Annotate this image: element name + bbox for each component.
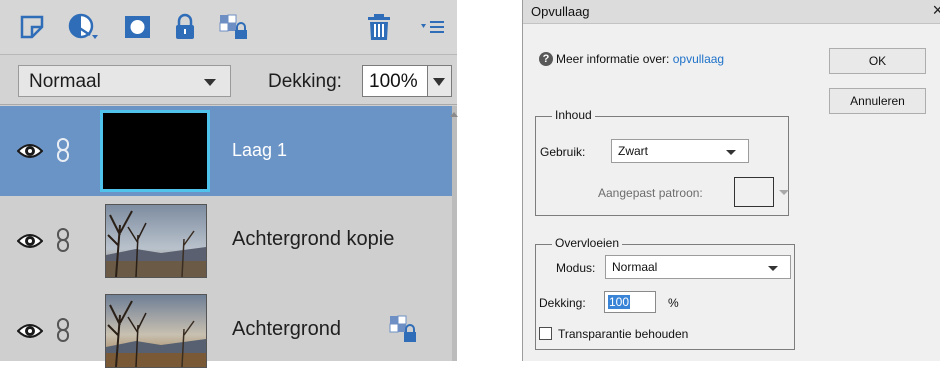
blend-mode-select[interactable]: Normaal bbox=[18, 65, 231, 97]
chevron-down-icon bbox=[779, 190, 789, 195]
layer-row[interactable]: Achtergrond bbox=[0, 286, 452, 376]
layer-row[interactable]: Laag 1 bbox=[0, 106, 452, 196]
panel-menu-icon[interactable] bbox=[418, 13, 448, 41]
chevron-down-icon bbox=[433, 78, 445, 86]
blend-mode-value: Normaal bbox=[29, 71, 101, 92]
chevron-down-icon bbox=[726, 150, 736, 155]
percent-label: % bbox=[668, 296, 679, 310]
mode-select[interactable]: Normaal bbox=[605, 255, 791, 279]
help-icon: ? bbox=[539, 52, 553, 66]
visibility-eye-icon[interactable] bbox=[16, 321, 44, 341]
layer-lock-icon[interactable] bbox=[388, 314, 418, 344]
layers-scrollbar[interactable] bbox=[452, 106, 457, 361]
landscape-photo-thumbnail bbox=[106, 295, 206, 368]
pattern-swatch bbox=[734, 177, 774, 207]
fill-layer-dialog: Opvullaag × ? Meer informatie over: opvu… bbox=[522, 0, 940, 361]
chevron-down-icon bbox=[204, 79, 216, 86]
layers-panel: Normaal Dekking: 100% Laag 1 Achtergrond… bbox=[0, 0, 458, 368]
mask-icon[interactable] bbox=[123, 13, 153, 41]
lock-transparency-icon[interactable] bbox=[218, 13, 248, 41]
use-select[interactable]: Zwart bbox=[611, 139, 749, 163]
link-icon[interactable] bbox=[56, 228, 70, 252]
lock-icon[interactable] bbox=[170, 13, 200, 41]
trash-icon[interactable] bbox=[364, 13, 394, 41]
layer-row[interactable]: Achtergrond kopie bbox=[0, 196, 452, 286]
info-link[interactable]: opvullaag bbox=[673, 52, 724, 66]
chevron-down-icon bbox=[768, 266, 778, 271]
info-text: Meer informatie over: opvullaag bbox=[556, 52, 724, 66]
dialog-opacity-input[interactable]: 100 bbox=[604, 291, 656, 313]
layers-toolbar bbox=[0, 0, 457, 55]
layer-name[interactable]: Laag 1 bbox=[232, 140, 287, 161]
dialog-title: Opvullaag bbox=[531, 4, 590, 19]
ok-button[interactable]: OK bbox=[829, 48, 926, 74]
opacity-value: 100% bbox=[369, 71, 418, 92]
opacity-dropdown-button[interactable] bbox=[428, 65, 452, 97]
layer-name[interactable]: Achtergrond bbox=[232, 318, 341, 341]
link-icon[interactable] bbox=[56, 138, 70, 162]
pattern-label: Aangepast patroon: bbox=[598, 186, 703, 200]
scroll-up-arrow-icon[interactable] bbox=[450, 112, 458, 117]
dialog-opacity-value: 100 bbox=[608, 295, 631, 309]
mode-value: Normaal bbox=[612, 260, 658, 274]
opacity-label: Dekking: bbox=[268, 71, 342, 92]
layer-thumbnail[interactable] bbox=[105, 204, 207, 278]
visibility-eye-icon[interactable] bbox=[16, 141, 44, 161]
use-label: Gebruik: bbox=[540, 145, 586, 159]
link-icon[interactable] bbox=[56, 318, 70, 342]
blend-options-row: Normaal Dekking: 100% bbox=[0, 55, 457, 105]
layer-thumbnail[interactable] bbox=[105, 294, 207, 368]
mode-label: Modus: bbox=[556, 261, 596, 275]
blend-group-label: Overvloeien bbox=[552, 236, 623, 250]
preserve-transparency-checkbox[interactable] bbox=[539, 327, 552, 340]
info-prefix: Meer informatie over: bbox=[556, 52, 670, 66]
new-layer-icon[interactable] bbox=[18, 13, 48, 41]
layer-name[interactable]: Achtergrond kopie bbox=[232, 228, 394, 251]
close-icon[interactable]: × bbox=[932, 0, 940, 21]
opacity-input[interactable]: 100% bbox=[362, 65, 428, 97]
layer-thumbnail[interactable] bbox=[100, 110, 210, 192]
dialog-titlebar[interactable]: Opvullaag × bbox=[523, 0, 940, 24]
content-group-label: Inhoud bbox=[552, 108, 595, 122]
dialog-opacity-label: Dekking: bbox=[539, 296, 586, 310]
adjustment-layer-icon[interactable] bbox=[68, 13, 98, 41]
use-value: Zwart bbox=[618, 144, 648, 158]
visibility-eye-icon[interactable] bbox=[16, 231, 44, 251]
cancel-button[interactable]: Annuleren bbox=[829, 88, 926, 114]
layer-list: Laag 1 Achtergrond kopie Achtergrond bbox=[0, 106, 452, 368]
preserve-transparency-label[interactable]: Transparantie behouden bbox=[558, 327, 688, 341]
landscape-photo-thumbnail bbox=[106, 205, 206, 278]
